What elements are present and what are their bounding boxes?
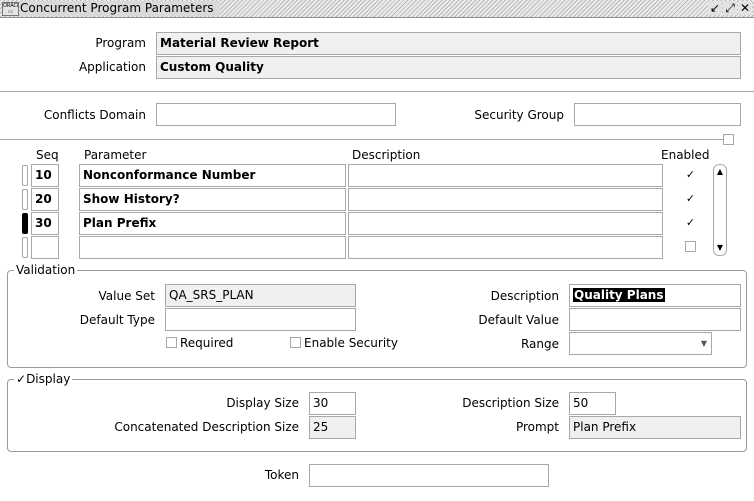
program-field[interactable]: Material Review Report <box>156 32 741 55</box>
program-label: Program <box>95 36 146 50</box>
divider <box>0 91 754 92</box>
default-type-label: Default Type <box>79 313 155 327</box>
enabled-header: Enabled <box>661 148 710 162</box>
range-select[interactable]: ▼ <box>569 332 712 355</box>
enable-security-checkbox[interactable] <box>290 337 301 348</box>
row-indicator[interactable] <box>22 237 28 258</box>
parameter-cell[interactable]: Plan Prefix <box>79 212 346 235</box>
close-icon[interactable]: ✕ <box>738 1 752 15</box>
oracle-forms-icon: ORACLE▭ <box>2 2 19 16</box>
parameter-cell[interactable]: Nonconformance Number <box>79 164 346 187</box>
application-label: Application <box>78 60 146 74</box>
parameter-header: Parameter <box>84 148 147 162</box>
seq-cell[interactable] <box>31 236 59 259</box>
maximize-icon[interactable]: ⤢ <box>723 1 737 15</box>
current-row-indicator[interactable] <box>22 213 28 234</box>
conflicts-domain-label: Conflicts Domain <box>43 108 146 122</box>
default-type-field[interactable] <box>165 308 356 331</box>
default-value-label: Default Value <box>478 313 559 327</box>
selected-text: Quality Plans <box>573 288 665 302</box>
prompt-label: Prompt <box>515 420 559 434</box>
enabled-checkbox[interactable] <box>685 241 696 252</box>
application-field[interactable]: Custom Quality <box>156 56 741 79</box>
display-checkbox-icon[interactable]: ✓ <box>16 372 26 386</box>
parameter-cell[interactable] <box>79 236 346 259</box>
scroll-down-icon[interactable]: ▼ <box>714 242 726 254</box>
seq-header: Seq <box>36 148 59 162</box>
validation-title: Validation <box>14 263 78 277</box>
display-size-label: Display Size <box>226 396 299 410</box>
description-cell[interactable] <box>348 212 663 235</box>
window-title: Concurrent Program Parameters <box>20 1 220 16</box>
required-checkbox[interactable] <box>166 337 177 348</box>
minimize-icon[interactable]: ↙ <box>708 1 722 15</box>
range-label: Range <box>520 337 559 351</box>
seq-cell[interactable]: 20 <box>31 188 59 211</box>
description-cell[interactable] <box>348 236 663 259</box>
concat-desc-size-label: Concatenated Description Size <box>114 420 299 434</box>
table-scrollbar[interactable]: ▲ ▼ <box>713 164 727 256</box>
enable-security-label[interactable]: Enable Security <box>304 336 398 350</box>
enabled-checkbox[interactable]: ✓ <box>685 217 696 229</box>
description-header: Description <box>352 148 421 162</box>
required-label[interactable]: Required <box>180 336 233 350</box>
chevron-down-icon[interactable]: ▼ <box>701 333 707 354</box>
display-size-field[interactable]: 30 <box>309 392 356 415</box>
security-group-field[interactable] <box>574 103 741 126</box>
description-size-field[interactable]: 50 <box>569 392 616 415</box>
security-group-label: Security Group <box>474 108 564 122</box>
title-bar[interactable]: ORACLE▭ Concurrent Program Parameters ↙ … <box>0 0 754 18</box>
description-label: Description <box>490 289 559 303</box>
enabled-checkbox[interactable]: ✓ <box>685 169 696 181</box>
display-title-wrap[interactable]: ✓Display <box>14 372 73 386</box>
row-indicator[interactable] <box>22 189 28 210</box>
description-cell[interactable] <box>348 188 663 211</box>
seq-cell[interactable]: 30 <box>31 212 59 235</box>
divider <box>0 139 723 140</box>
conflicts-domain-field[interactable] <box>156 103 396 126</box>
description-size-label: Description Size <box>462 396 559 410</box>
scroll-up-icon[interactable]: ▲ <box>714 166 726 178</box>
default-value-field[interactable] <box>569 308 741 331</box>
parameter-cell[interactable]: Show History? <box>79 188 346 211</box>
record-indicator-checkbox[interactable] <box>723 134 734 145</box>
token-label: Token <box>264 468 299 482</box>
prompt-field[interactable]: Plan Prefix <box>569 416 741 439</box>
seq-cell[interactable]: 10 <box>31 164 59 187</box>
display-title: Display <box>26 372 71 386</box>
value-set-label: Value Set <box>98 289 155 303</box>
value-set-description-field[interactable]: Quality Plans <box>569 284 741 307</box>
value-set-field[interactable]: QA_SRS_PLAN <box>165 284 356 307</box>
description-cell[interactable] <box>348 164 663 187</box>
token-field[interactable] <box>309 464 549 487</box>
concat-desc-size-field[interactable]: 25 <box>309 416 356 439</box>
enabled-checkbox[interactable]: ✓ <box>685 193 696 205</box>
row-indicator[interactable] <box>22 165 28 186</box>
